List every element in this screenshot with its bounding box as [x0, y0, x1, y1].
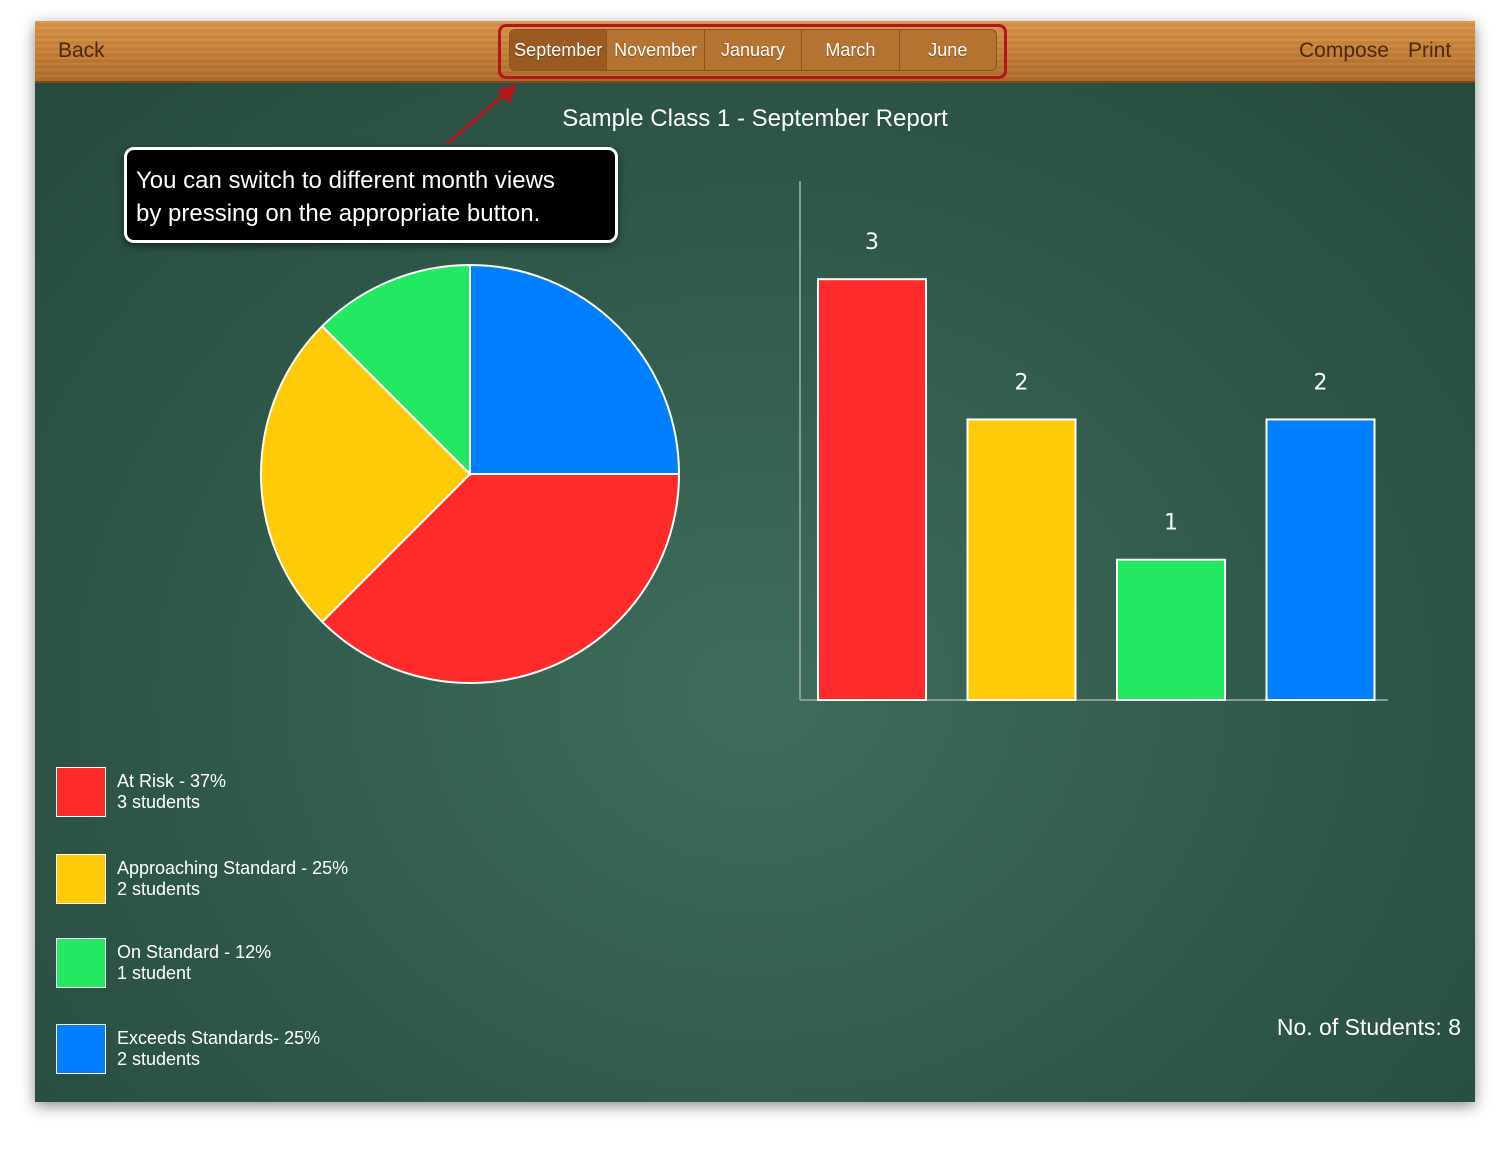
report-title: Sample Class 1 - September Report [562, 105, 948, 132]
annotation-arrow [446, 84, 517, 146]
bar-data-label: 1 [1164, 511, 1178, 536]
legend-label: On Standard - 12% [117, 942, 272, 962]
legend-swatch [56, 854, 106, 904]
bar-chart: 3 2 1 2 [799, 181, 1388, 702]
bar-approaching-standard [966, 418, 1077, 701]
print-button[interactable]: Print [1408, 39, 1451, 63]
legend-label: At Risk - 37% [117, 771, 227, 791]
legend-label: Approaching Standard - 25% [117, 858, 349, 878]
legend-text: Exceeds Standards- 25% 2 students [117, 1028, 320, 1070]
student-count: No. of Students: 8 [1276, 1014, 1461, 1040]
annotation-highlight-box [498, 24, 1007, 79]
bar-on-standard [1116, 558, 1226, 701]
bar-data-label: 3 [865, 230, 879, 255]
legend-swatch [56, 767, 106, 817]
back-button[interactable]: Back [58, 39, 105, 63]
tooltip-callout: You can switch to different month views … [124, 147, 618, 243]
app-window: Back September November January March Ju… [35, 21, 1475, 1102]
legend-swatch [56, 938, 106, 988]
callout-line-2: by pressing on the appropriate button. [136, 200, 541, 227]
compose-button[interactable]: Compose [1299, 39, 1389, 63]
pie-chart [260, 263, 681, 684]
bar-data-label: 2 [1314, 370, 1328, 395]
legend-count: 2 students [117, 879, 201, 899]
bar-at-risk [817, 278, 927, 702]
legend-label: Exceeds Standards- 25% [117, 1028, 321, 1048]
bar-exceeds-standards [1265, 418, 1376, 701]
bar-data-label: 2 [1015, 370, 1029, 395]
callout-line-1: You can switch to different month views [136, 167, 555, 194]
legend-count: 2 students [117, 1049, 201, 1069]
legend-swatch [56, 1024, 106, 1074]
legend-text: Approaching Standard - 25% 2 students [117, 858, 348, 900]
legend-text: At Risk - 37% 3 students [117, 771, 226, 813]
legend-text: On Standard - 12% 1 student [117, 942, 271, 984]
toolbar: Back September November January March Ju… [35, 21, 1475, 83]
legend-count: 1 student [117, 963, 192, 983]
legend-count: 3 students [117, 792, 201, 812]
pie-slice-exceeds-standards [469, 263, 681, 475]
